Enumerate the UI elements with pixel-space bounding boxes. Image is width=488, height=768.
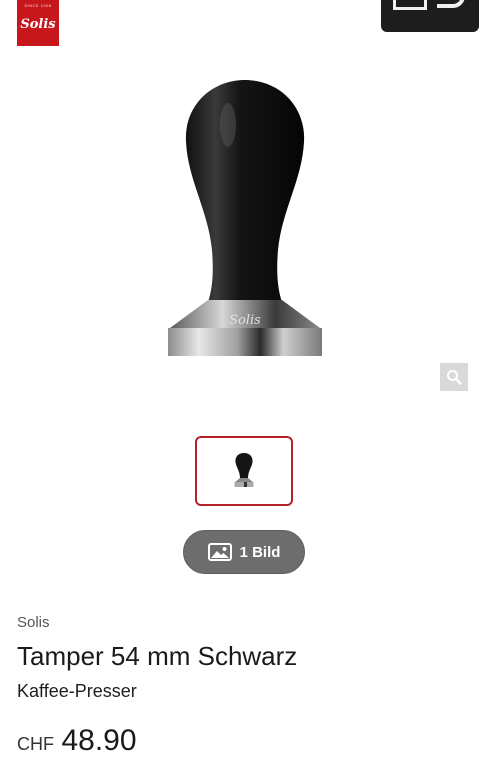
image-count-label: 1 Bild xyxy=(239,543,281,561)
logo-since-text: SINCE 1908 xyxy=(24,3,52,8)
product-image[interactable]: Solis xyxy=(150,70,340,370)
zoom-button[interactable] xyxy=(440,363,468,391)
product-subtitle: Kaffee-Presser xyxy=(17,681,137,701)
product-title: Tamper 54 mm Schwarz xyxy=(17,641,298,671)
price-value: 48.90 xyxy=(61,724,137,757)
magnifier-icon xyxy=(447,370,462,385)
price-currency: CHF xyxy=(17,734,54,754)
tamper-image: Solis xyxy=(168,80,322,356)
thumbnail-tamper-image xyxy=(234,453,254,487)
price-row: CHF 48.90 xyxy=(17,724,137,758)
product-brand[interactable]: Solis xyxy=(17,614,50,631)
badge-box-shape xyxy=(393,0,427,10)
thumbnail-1[interactable] xyxy=(195,436,293,506)
solis-logo[interactable]: SINCE 1908 Solis xyxy=(17,0,59,46)
engraving-text: Solis xyxy=(229,313,261,328)
badge-mark-shape xyxy=(437,0,465,8)
image-icon xyxy=(207,543,232,561)
logo-wordmark: Solis xyxy=(20,17,56,32)
image-count-button[interactable]: 1 Bild xyxy=(183,530,305,574)
badge-logo xyxy=(381,0,479,32)
